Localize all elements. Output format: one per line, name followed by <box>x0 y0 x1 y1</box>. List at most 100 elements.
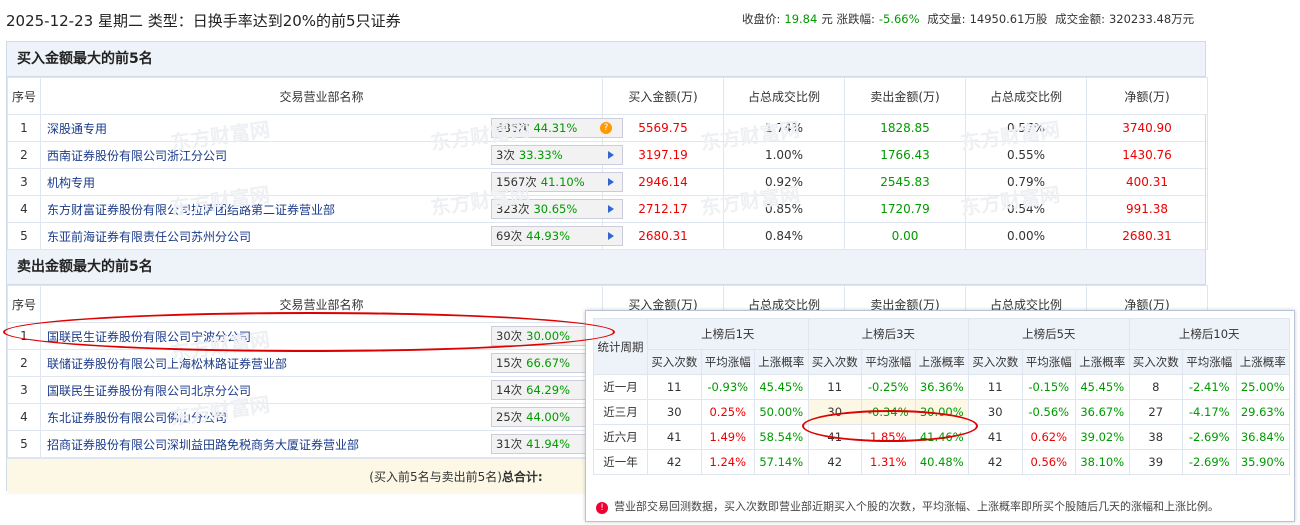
popup-cell: 0.62% <box>1021 424 1076 450</box>
popup-cell: -0.56% <box>1021 399 1076 425</box>
popup-cell: 1.85% <box>861 424 916 450</box>
popup-cell: 42 <box>968 449 1023 475</box>
expand-arrow-icon[interactable] <box>608 178 614 186</box>
branch-cell: 东方财富证券股份有限公司拉萨团结路第二证券营业部 323次 30.65% <box>40 195 623 223</box>
buy-table: 序号 交易营业部名称 买入金额(万) 占总成交比例 卖出金额(万) 占总成交比例 净额(万)… <box>7 77 1208 250</box>
buy-ratio: 1.00% <box>723 141 845 169</box>
popup-cell: 30 <box>807 399 862 425</box>
subcol-header: 平均涨幅 <box>700 349 755 375</box>
popup-cell: -2.69% <box>1182 449 1237 475</box>
trade-count: 31次 <box>496 437 523 451</box>
trade-count-box[interactable]: 323次 30.65% <box>491 199 623 219</box>
popup-cell: 41 <box>647 424 702 450</box>
table-row: 2 西南证券股份有限公司浙江分公司 3次 33.33% 3197.19 1.00% 1766… <box>7 141 1208 169</box>
branch-name[interactable]: 西南证券股份有限公司浙江分公司 <box>47 149 227 163</box>
win-rate: 44.31% <box>533 121 578 135</box>
popup-cell: 41.46% <box>914 424 969 450</box>
subcol-header: 平均涨幅 <box>861 349 916 375</box>
trade-count-box[interactable]: 1567次 41.10% <box>491 172 623 192</box>
row-no: 5 <box>7 222 41 250</box>
net-amount: 400.31 <box>1086 168 1208 196</box>
sell-ratio: 0.79% <box>965 168 1087 196</box>
popup-cell: 30 <box>647 399 702 425</box>
win-rate: 66.67% <box>526 356 570 370</box>
subcol-header: 上涨概率 <box>1075 349 1130 375</box>
close-price: 19.84 <box>784 12 818 26</box>
row-no: 2 <box>7 141 41 169</box>
trade-count-box[interactable]: 686次 44.31%? <box>491 118 623 138</box>
amount: 320233.48万元 <box>1108 12 1195 26</box>
group-5d: 上榜后5天 <box>968 318 1130 350</box>
branch-name[interactable]: 机构专用 <box>47 176 95 190</box>
win-rate: 44.00% <box>526 410 570 424</box>
popup-table: 统计周期 上榜后1天 上榜后3天 上榜后5天 上榜后10天 买入次数 平均涨幅 上涨… <box>593 318 1290 475</box>
expand-arrow-icon[interactable] <box>608 151 614 159</box>
popup-cell: 42 <box>807 449 862 475</box>
table-row: 3 机构专用 1567次 41.10% 2946.14 0.92% 2545.83 0.79%… <box>7 168 1208 196</box>
popup-cell: 0.25% <box>700 399 755 425</box>
branch-name[interactable]: 东方财富证券股份有限公司拉萨团结路第二证券营业部 <box>47 203 335 217</box>
win-rate: 41.10% <box>540 175 585 189</box>
branch-name[interactable]: 国联民生证券股份有限公司宁波分公司 <box>47 330 251 344</box>
subcol-header: 上涨概率 <box>754 349 809 375</box>
popup-cell: 50.00% <box>754 399 809 425</box>
branch-name[interactable]: 深股通专用 <box>47 122 107 136</box>
subcol-header: 平均涨幅 <box>1021 349 1076 375</box>
trade-count: 25次 <box>496 410 523 424</box>
popup-cell: 25.00% <box>1235 374 1290 400</box>
subcol-header: 买入次数 <box>968 349 1023 375</box>
trade-count: 3次 <box>496 148 515 162</box>
info-icon[interactable]: ? <box>600 122 612 134</box>
popup-cell: 41 <box>807 424 862 450</box>
buy-ratio: 0.85% <box>723 195 845 223</box>
popup-row: 近三月 30 0.25% 50.00% 30 -0.34% 30.00% 30 -0.56% 36… <box>593 399 1290 425</box>
popup-cell: 39.02% <box>1075 424 1130 450</box>
group-1d: 上榜后1天 <box>647 318 809 350</box>
popup-cell: -0.93% <box>700 374 755 400</box>
group-10d: 上榜后10天 <box>1128 318 1290 350</box>
trade-count-box[interactable]: 3次 33.33% <box>491 145 623 165</box>
popup-cell: -0.25% <box>861 374 916 400</box>
branch-name[interactable]: 联储证券股份有限公司上海松林路证券营业部 <box>47 357 287 371</box>
period-label: 近一年 <box>593 449 648 475</box>
trade-count-box[interactable]: 69次 44.93% <box>491 226 623 246</box>
branch-cell: 联储证券股份有限公司上海松林路证券营业部 15次 66.67% <box>40 349 623 377</box>
popup-cell: -2.41% <box>1182 374 1237 400</box>
net-amount: 1430.76 <box>1086 141 1208 169</box>
popup-cell: 11 <box>647 374 702 400</box>
branch-cell: 西南证券股份有限公司浙江分公司 3次 33.33% <box>40 141 623 169</box>
sell-ratio: 0.54% <box>965 195 1087 223</box>
col-header: 净额(万) <box>1086 77 1208 115</box>
popup-cell: 36.67% <box>1075 399 1130 425</box>
page-title: 2025-12-23 星期二 类型：日换手率达到20%的前5只证券 <box>6 12 401 30</box>
col-header: 交易营业部名称 <box>40 77 603 115</box>
expand-arrow-icon[interactable] <box>608 232 614 240</box>
expand-arrow-icon[interactable] <box>608 205 614 213</box>
net-amount: 991.38 <box>1086 195 1208 223</box>
popup-cell: 11 <box>968 374 1023 400</box>
win-rate: 30.00% <box>526 329 570 343</box>
sell-amount: 0.00 <box>844 222 966 250</box>
net-amount: 2680.31 <box>1086 222 1208 250</box>
col-header: 交易营业部名称 <box>40 285 603 323</box>
popup-cell: 39 <box>1128 449 1183 475</box>
row-no: 5 <box>7 430 41 458</box>
col-header: 买入金额(万) <box>602 77 724 115</box>
sell-ratio: 0.55% <box>965 141 1087 169</box>
branch-name[interactable]: 招商证券股份有限公司深圳益田路免税商务大厦证券营业部 <box>47 438 359 452</box>
table-row: 4 东方财富证券股份有限公司拉萨团结路第二证券营业部 323次 30.65% 2712.… <box>7 195 1208 223</box>
trade-count: 1567次 <box>496 175 537 189</box>
group-3d: 上榜后3天 <box>807 318 969 350</box>
win-rate: 30.65% <box>533 202 578 216</box>
branch-name[interactable]: 东亚前海证券有限责任公司苏州分公司 <box>47 230 251 244</box>
popup-cell: 38.10% <box>1075 449 1130 475</box>
net-amount: 3740.90 <box>1086 114 1208 142</box>
branch-name[interactable]: 东北证券股份有限公司佛山分公司 <box>47 411 227 425</box>
subcol-header: 上涨概率 <box>1235 349 1290 375</box>
branch-cell: 招商证券股份有限公司深圳益田路免税商务大厦证券营业部 31次 41.94% <box>40 430 623 458</box>
quote-stats: 收盘价: 19.84 元 涨跌幅: -5.66% 成交量: 14950.61万股 成交金… <box>742 12 1195 26</box>
change-pct: -5.66% <box>878 12 920 26</box>
row-no: 4 <box>7 403 41 431</box>
branch-name[interactable]: 国联民生证券股份有限公司北京分公司 <box>47 384 251 398</box>
trade-count: 686次 <box>496 121 530 135</box>
